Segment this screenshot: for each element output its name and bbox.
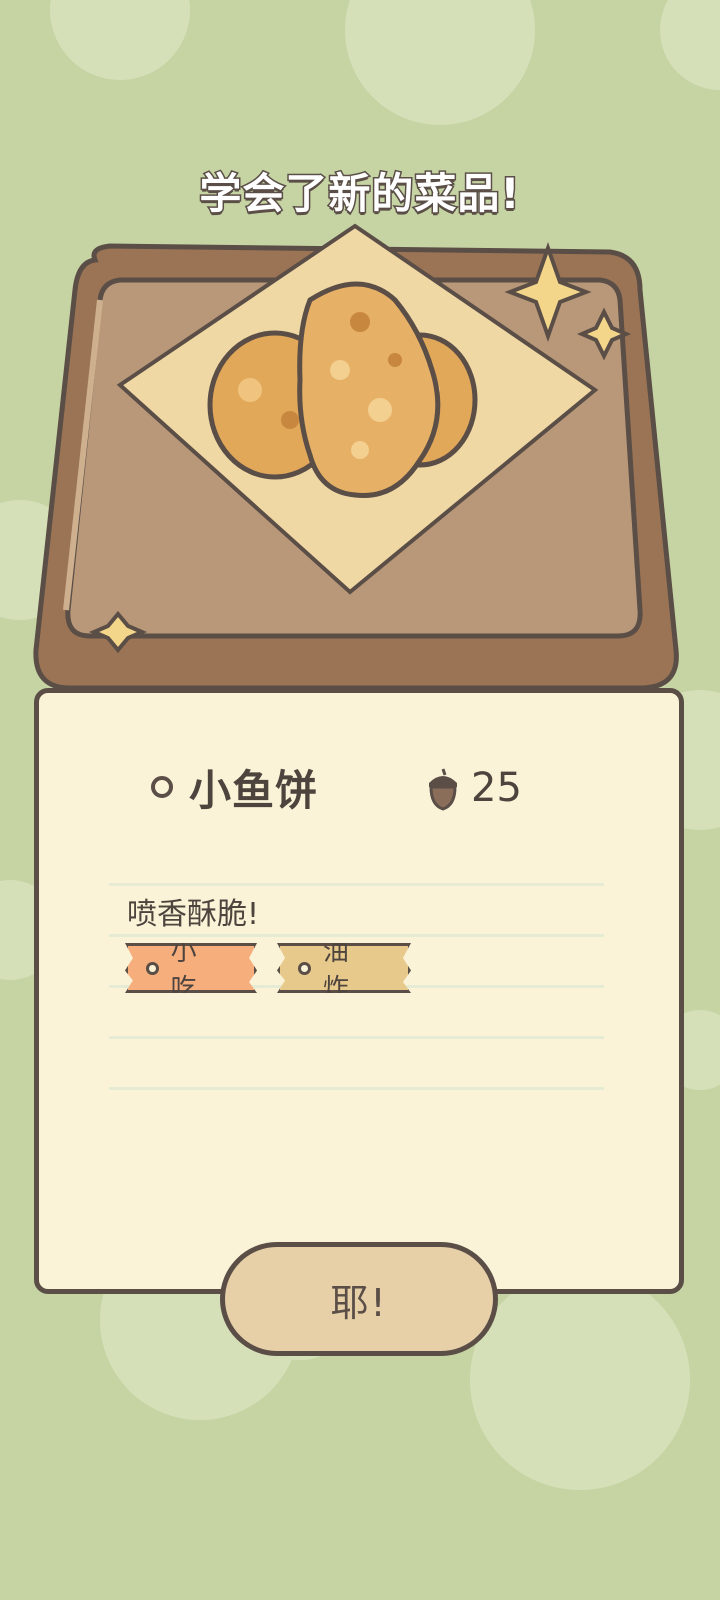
dish-description: 喷香酥脆! <box>127 897 260 932</box>
tag-bullet-icon <box>298 961 311 975</box>
tag-fried: 油炸 <box>277 943 411 993</box>
bullet-icon <box>151 776 173 798</box>
tag-bullet-icon <box>146 961 159 975</box>
dish-info-card: 小鱼饼 25 喷香酥脆! 小吃 油炸 <box>34 688 684 1294</box>
tag-snack: 小吃 <box>125 943 257 993</box>
price-value: 25 <box>471 765 522 811</box>
dish-title-row: 小鱼饼 <box>151 757 318 817</box>
dish-illustration <box>33 223 679 691</box>
confirm-button[interactable]: 耶! <box>220 1242 498 1356</box>
dish-name: 小鱼饼 <box>189 765 319 815</box>
dish-price: 25 <box>423 761 522 815</box>
dish-tags: 小吃 油炸 <box>125 943 431 993</box>
acorn-icon <box>429 768 457 811</box>
